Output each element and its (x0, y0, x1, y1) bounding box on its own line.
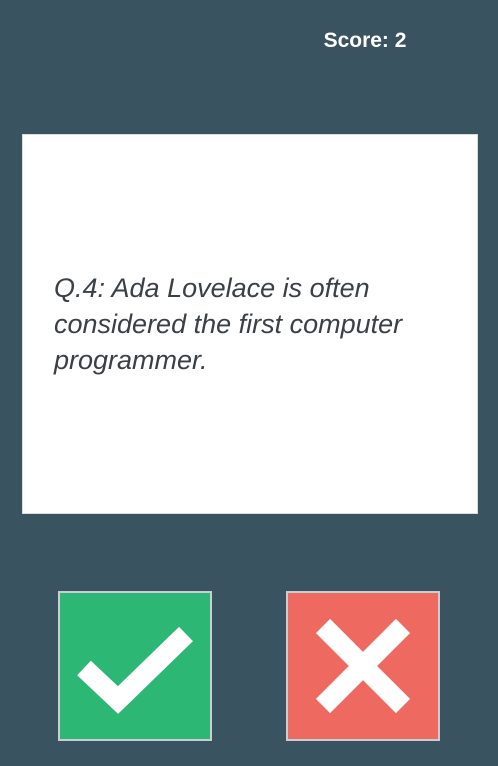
cross-icon (315, 618, 411, 714)
question-card: Q.4: Ada Lovelace is often considered th… (22, 134, 478, 514)
score-display: Score: 2 (323, 29, 407, 52)
false-button[interactable] (286, 591, 440, 741)
question-text: Q.4: Ada Lovelace is often considered th… (54, 273, 403, 375)
checkmark-icon (77, 626, 193, 714)
true-button[interactable] (58, 591, 212, 741)
